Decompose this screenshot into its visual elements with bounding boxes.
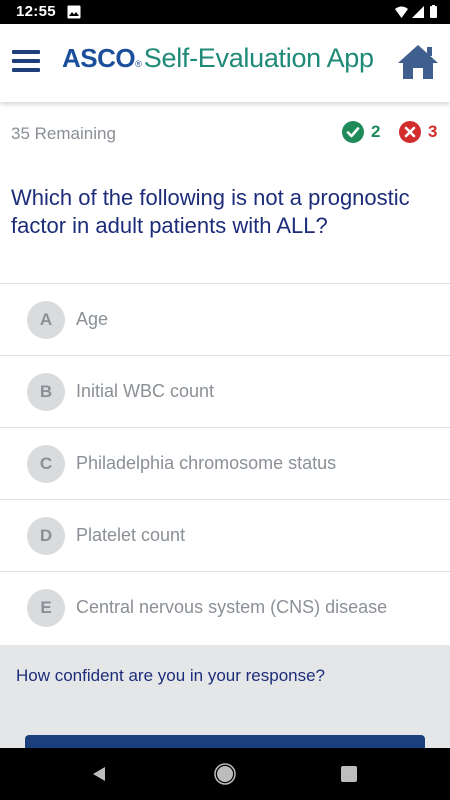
brand-logo: ASCO	[62, 43, 136, 73]
back-icon[interactable]	[89, 764, 109, 784]
home-circle-icon[interactable]	[214, 763, 236, 785]
menu-button[interactable]	[12, 50, 42, 74]
answer-options: A Age B Initial WBC count C Philadelphia…	[0, 283, 450, 643]
option-b[interactable]: B Initial WBC count	[0, 355, 450, 427]
option-label: Initial WBC count	[76, 381, 215, 401]
x-circle-icon	[399, 121, 421, 143]
correct-count: 2	[371, 122, 381, 141]
status-time: 12:55	[16, 3, 56, 20]
incorrect-score: 3	[399, 121, 437, 143]
navigation-bar	[0, 748, 450, 800]
option-e[interactable]: E Central nervous system (CNS) disease	[0, 571, 450, 643]
status-bar: 12:55	[0, 0, 450, 24]
option-label: Age	[76, 309, 109, 329]
question-text: Which of the following is not a prognost…	[11, 185, 410, 238]
menu-icon	[12, 50, 42, 72]
check-circle-icon	[342, 121, 364, 143]
app-brand: ASCO ® Self-Evaluation App	[62, 43, 374, 83]
registered-mark: ®	[135, 59, 142, 69]
option-label: Philadelphia chromosome status	[76, 453, 337, 473]
signal-icon	[412, 6, 424, 18]
app-bar: ASCO ® Self-Evaluation App	[0, 24, 450, 102]
option-letter: C	[27, 444, 65, 483]
confidence-panel: How confident are you in your response?	[0, 645, 450, 765]
progress-row: 35 Remaining 2 3	[0, 102, 450, 162]
image-icon	[67, 5, 81, 19]
home-icon	[398, 45, 438, 79]
option-label: Central nervous system (CNS) disease	[76, 597, 388, 617]
correct-score: 2	[342, 121, 380, 143]
battery-icon	[430, 6, 437, 18]
confidence-prompt: How confident are you in your response?	[16, 666, 326, 685]
option-letter: A	[27, 300, 65, 339]
option-letter: D	[27, 516, 65, 555]
recents-icon[interactable]	[340, 765, 358, 783]
app-title: Self-Evaluation App	[143, 43, 374, 73]
option-letter: E	[27, 588, 65, 627]
wifi-icon	[395, 6, 408, 18]
incorrect-count: 3	[428, 122, 438, 141]
option-letter: B	[27, 372, 65, 411]
option-c[interactable]: C Philadelphia chromosome status	[0, 427, 450, 499]
home-button[interactable]	[396, 42, 440, 82]
option-a[interactable]: A Age	[0, 283, 450, 355]
remaining-count: 35 Remaining	[11, 124, 116, 143]
option-d[interactable]: D Platelet count	[0, 499, 450, 571]
status-indicators	[395, 5, 437, 18]
option-label: Platelet count	[76, 525, 186, 545]
